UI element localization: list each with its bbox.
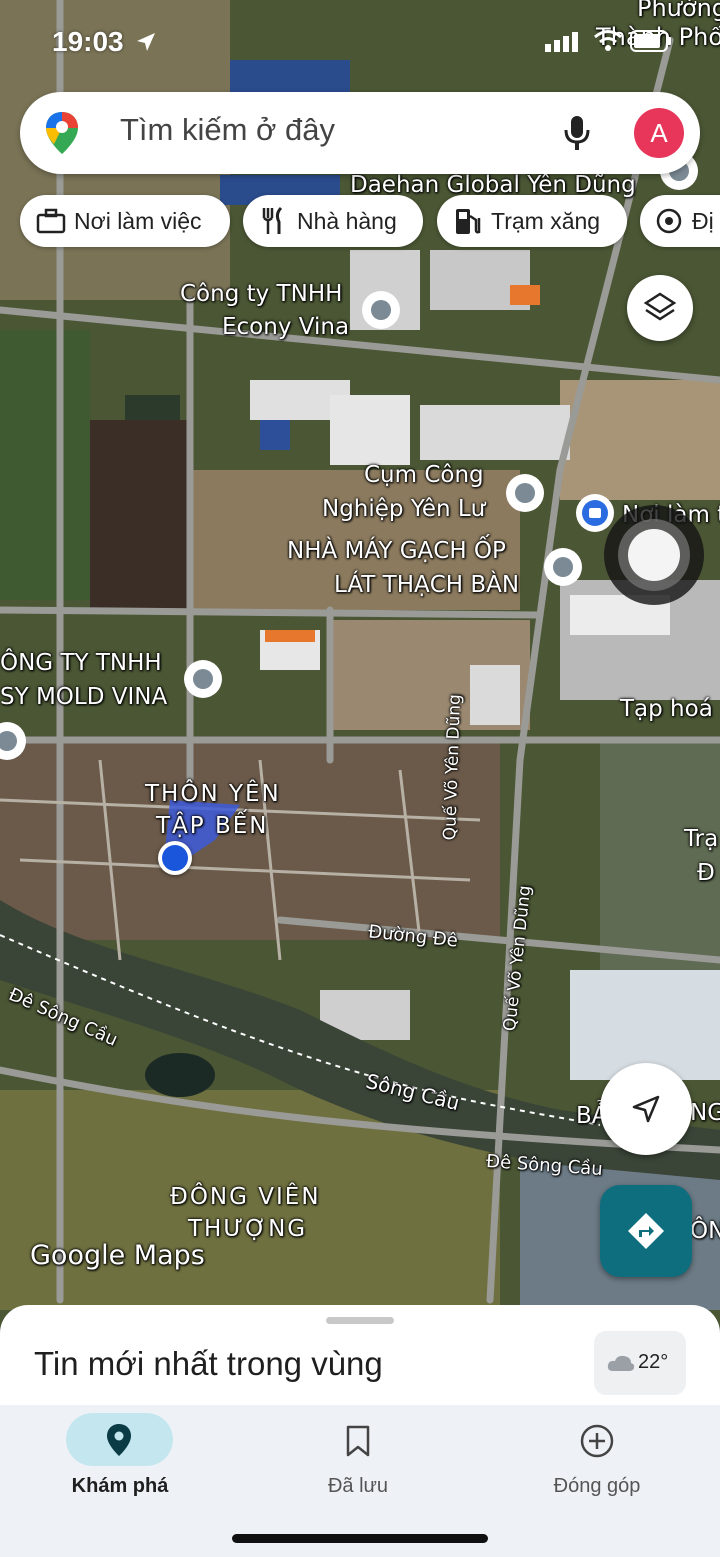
fork-knife-icon (262, 206, 283, 234)
location-pin-icon (107, 1424, 131, 1456)
bookmark-icon (346, 1425, 370, 1457)
map-label[interactable]: LÁT THẠCH BÀN (334, 572, 519, 600)
map-label[interactable]: Econy Vina (222, 314, 349, 342)
status-time: 19:03 (52, 26, 124, 57)
location-arrow-icon (137, 33, 155, 51)
map-label: THƯỢNG (188, 1216, 308, 1242)
map-label[interactable]: Tạp hoá (620, 696, 713, 724)
map-label[interactable]: SY MOLD VINA (0, 684, 167, 712)
tab-saved[interactable]: Đã lưu (238, 1405, 478, 1545)
directions-button[interactable] (600, 1185, 692, 1277)
weather-badge[interactable]: 22° (594, 1331, 686, 1395)
gas-pump-icon (456, 209, 481, 234)
map-label[interactable]: ÔNG TY TNHH (0, 650, 162, 678)
map-label[interactable]: Công ty TNHH (180, 281, 342, 309)
sheet-drag-handle[interactable] (326, 1317, 394, 1324)
search-input[interactable]: Tìm kiếm ở đây (120, 112, 335, 148)
workplace-pin[interactable] (576, 494, 614, 532)
landmark-icon (656, 208, 682, 234)
briefcase-icon (36, 208, 66, 234)
my-location-button[interactable] (600, 1063, 692, 1155)
map-label[interactable]: Cụm Công (364, 462, 484, 490)
avatar[interactable]: A (634, 108, 684, 158)
chip-restaurant[interactable]: Nhà hàng (243, 195, 423, 247)
layers-button[interactable] (627, 275, 693, 341)
map-pin[interactable] (506, 474, 544, 512)
tab-label: Khám phá (71, 1475, 169, 1497)
map-label[interactable]: Đ (697, 860, 715, 888)
assistive-touch-button[interactable] (604, 505, 704, 605)
map-label: TẬP BẾN (156, 813, 269, 839)
map-label[interactable]: Trạ (684, 826, 718, 854)
microphone-icon[interactable] (562, 114, 592, 152)
wifi-icon (594, 30, 622, 51)
directions-icon (628, 1213, 664, 1249)
cloud-icon (607, 1355, 635, 1371)
status-bar: 19:03 (0, 0, 720, 80)
navigation-arrow-icon (632, 1095, 660, 1123)
map-label: ĐÔNG VIÊN (170, 1184, 321, 1210)
map-label[interactable]: NHÀ MÁY GẠCH ỐP (287, 538, 506, 566)
chip-label: Nhà hàng (297, 207, 397, 234)
search-bar[interactable]: Tìm kiếm ở đây A (20, 92, 700, 174)
map-label: THÔN YÊN (145, 781, 281, 807)
plus-circle-icon (580, 1424, 614, 1458)
chip-label: Đị (692, 207, 714, 234)
tab-label: Đóng góp (553, 1475, 641, 1497)
chip-places[interactable]: Đị (640, 195, 720, 247)
map-label: ÔN (690, 1218, 720, 1244)
chip-label: Trạm xăng (491, 207, 601, 234)
current-location-dot (158, 841, 192, 875)
chip-label: Nơi làm việc (74, 207, 202, 234)
home-indicator[interactable] (232, 1534, 488, 1543)
chip-workplace[interactable]: Nơi làm việc (20, 195, 230, 247)
layers-icon (643, 292, 677, 321)
google-maps-pin-icon (46, 112, 78, 154)
tab-contribute[interactable]: Đóng góp (477, 1405, 717, 1545)
tab-label: Đã lưu (327, 1475, 389, 1497)
weather-temp: 22° (638, 1351, 669, 1373)
tab-explore[interactable]: Khám phá (0, 1405, 240, 1545)
map-pin[interactable] (184, 660, 222, 698)
sheet-title: Tin mới nhất trong vùng (34, 1345, 383, 1382)
signal-icon (545, 32, 578, 52)
map-label[interactable]: Nghiệp Yên Lư (322, 496, 485, 524)
map-pin[interactable] (362, 291, 400, 329)
battery-icon (630, 30, 671, 52)
google-maps-logo: Google Maps (30, 1240, 205, 1271)
chip-gas-station[interactable]: Trạm xăng (437, 195, 627, 247)
map-pin[interactable] (544, 548, 582, 586)
map-label: NG (690, 1100, 720, 1126)
